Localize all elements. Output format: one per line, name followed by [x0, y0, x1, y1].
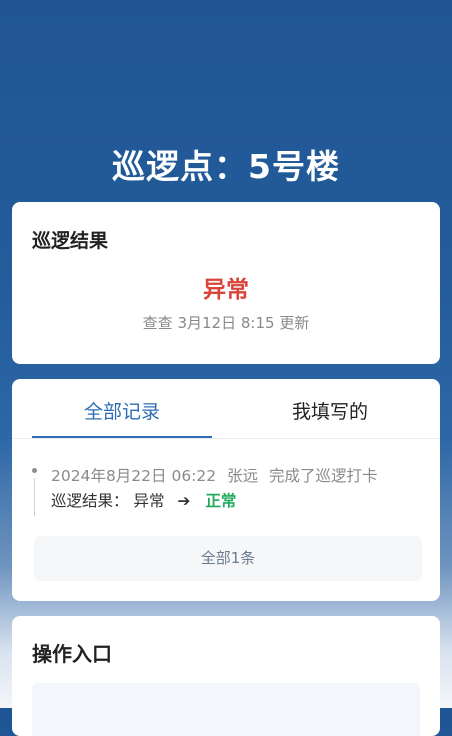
timeline-line — [34, 478, 35, 516]
page-title: 巡逻点：5号楼 — [112, 147, 340, 186]
record-user: 张远 — [227, 467, 259, 485]
record-result-label: 巡逻结果： — [51, 492, 129, 510]
operations-card: 操作入口 — [12, 616, 440, 736]
updated-suffix: 更新 — [279, 314, 310, 332]
updated-time: 3月12日 8:15 — [177, 314, 275, 332]
operations-panel — [32, 683, 420, 736]
patrol-result-card: 巡逻结果 异常 查查 3月12日 8:15 更新 — [12, 202, 440, 364]
records-card: 全部记录 我填写的 2024年8月22日 06:22 张远 完成了巡逻打卡 巡逻… — [12, 379, 440, 601]
patrol-result-title: 巡逻结果 — [32, 230, 109, 252]
record-result-change: 巡逻结果： 异常 ➔ 正常 — [51, 489, 236, 511]
updated-prefix: 查查 — [142, 314, 173, 332]
record-datetime: 2024年8月22日 06:22 — [51, 467, 217, 485]
patrol-updated-info: 查查 3月12日 8:15 更新 — [12, 312, 440, 333]
record-new-value: 正常 — [205, 492, 237, 510]
patrol-status-value: 异常 — [203, 277, 249, 303]
operations-title: 操作入口 — [32, 642, 112, 666]
record-list-item: 2024年8月22日 06:22 张远 完成了巡逻打卡 巡逻结果： 异常 ➔ 正… — [32, 464, 422, 516]
record-old-value: 异常 — [133, 492, 165, 510]
records-tabs: 全部记录 我填写的 — [12, 379, 440, 439]
arrow-right-icon: ➔ — [177, 492, 191, 510]
active-tab-indicator — [32, 436, 212, 438]
view-all-records-button[interactable]: 全部1条 — [34, 536, 422, 581]
tab-all-records[interactable]: 全部记录 — [32, 379, 212, 438]
record-summary: 2024年8月22日 06:22 张远 完成了巡逻打卡 — [51, 464, 384, 486]
tab-my-records[interactable]: 我填写的 — [240, 379, 420, 438]
timeline-dot-icon — [32, 468, 37, 473]
record-action: 完成了巡逻打卡 — [269, 467, 378, 485]
